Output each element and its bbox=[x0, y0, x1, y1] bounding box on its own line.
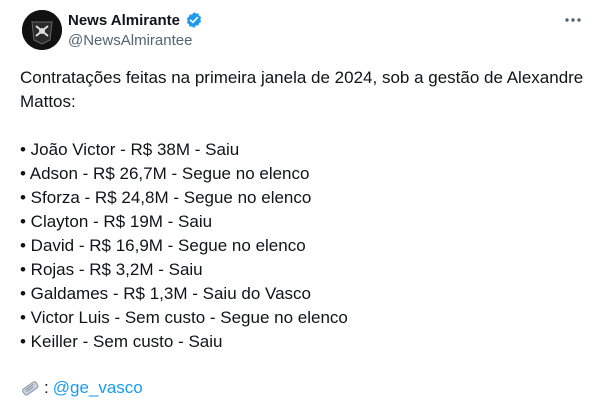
signings-list: • João Victor - R$ 38M - Saiu • Adson - … bbox=[20, 138, 585, 354]
author-handle[interactable]: @NewsAlmirantee bbox=[68, 32, 192, 49]
newspaper-icon bbox=[20, 378, 40, 398]
list-item: • Keiller - Sem custo - Saiu bbox=[20, 332, 223, 351]
author-name[interactable]: News Almirante bbox=[68, 12, 180, 29]
list-item: • Clayton - R$ 19M - Saiu bbox=[20, 212, 213, 231]
more-options-icon[interactable] bbox=[563, 10, 583, 30]
list-item: • Sforza - R$ 24,8M - Segue no elenco bbox=[20, 188, 312, 207]
list-item: • Rojas - R$ 3,2M - Saiu bbox=[20, 260, 203, 279]
author-name-row: News Almirante bbox=[68, 11, 203, 29]
tweet-text: Contratações feitas na primeira janela d… bbox=[20, 66, 585, 354]
list-item: • Victor Luis - Sem custo - Segue no ele… bbox=[20, 308, 348, 327]
list-item: • Galdames - R$ 1,3M - Saiu do Vasco bbox=[20, 284, 311, 303]
list-item: • João Victor - R$ 38M - Saiu bbox=[20, 140, 240, 159]
avatar[interactable] bbox=[22, 10, 62, 50]
source-prefix: : bbox=[44, 378, 49, 397]
list-item: • Adson - R$ 26,7M - Segue no elenco bbox=[20, 164, 310, 183]
source-line: : @ge_vasco bbox=[20, 376, 143, 400]
verified-badge-icon bbox=[185, 11, 203, 29]
list-item: • David - R$ 16,9M - Segue no elenco bbox=[20, 236, 306, 255]
tweet-intro: Contratações feitas na primeira janela d… bbox=[20, 68, 584, 111]
club-logo-icon bbox=[22, 10, 62, 50]
source-mention-link[interactable]: @ge_vasco bbox=[53, 376, 143, 400]
